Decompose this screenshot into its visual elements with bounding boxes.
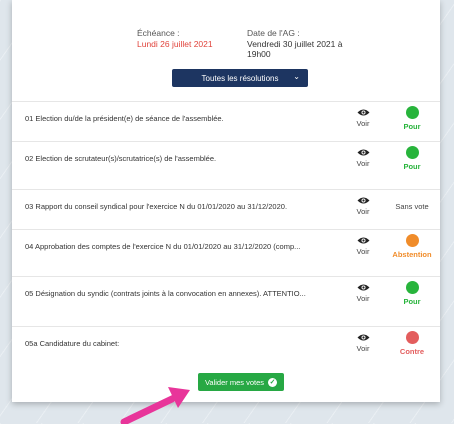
resolution-filter-label: Toutes les résolutions <box>201 73 279 83</box>
vote-status: Sans vote <box>382 202 442 211</box>
eye-icon <box>357 334 369 341</box>
view-label: Voir <box>356 159 370 168</box>
vote-status: Pour <box>382 106 442 131</box>
eye-icon <box>357 284 369 291</box>
view-label: Voir <box>356 294 370 303</box>
vote-status: Abstention <box>382 234 442 259</box>
resolution-row: 05a Candidature du cabinet: Voir Contre <box>12 326 440 367</box>
vote-status-dot-icon <box>405 331 419 344</box>
ag-date-value-line1: Vendredi 30 juillet 2021 à <box>247 38 343 49</box>
view-resolution-button[interactable]: Voir <box>348 333 378 353</box>
resolution-row: 03 Rapport du conseil syndical pour l'ex… <box>12 189 440 230</box>
resolution-row: 02 Election de scrutateur(s)/scrutatrice… <box>12 141 440 182</box>
eye-icon <box>357 197 369 204</box>
view-label: Voir <box>356 247 370 256</box>
resolution-filter-dropdown[interactable]: Toutes les résolutions ⌄ <box>172 69 308 87</box>
view-label: Voir <box>356 119 370 128</box>
vote-status-dot-icon <box>405 146 419 159</box>
eye-icon <box>357 109 369 116</box>
resolution-title: 01 Election du/de la président(e) de séa… <box>25 114 224 123</box>
resolution-row: 04 Approbation des comptes de l'exercice… <box>12 229 440 270</box>
view-resolution-button[interactable]: Voir <box>348 236 378 256</box>
resolution-title: 02 Election de scrutateur(s)/scrutatrice… <box>25 154 217 163</box>
ag-date-block: Date de l'AG : Vendredi 30 juillet 2021 … <box>247 28 342 60</box>
vote-panel: Échéance : Lundi 26 juillet 2021 Date de… <box>12 0 440 402</box>
resolution-title: 03 Rapport du conseil syndical pour l'ex… <box>25 202 288 211</box>
resolution-title: 05 Désignation du syndic (contrats joint… <box>25 289 306 298</box>
resolution-row: 01 Election du/de la président(e) de séa… <box>12 101 440 142</box>
vote-status: Pour <box>382 281 442 306</box>
vote-status: Pour <box>382 146 442 171</box>
view-resolution-button[interactable]: Voir <box>348 148 378 168</box>
pointer-arrow-icon <box>120 387 190 424</box>
vote-status-label: Pour <box>403 162 421 171</box>
vote-status-label: Pour <box>403 297 421 306</box>
vote-status-label: Sans vote <box>395 202 429 211</box>
submit-votes-button[interactable]: Valider mes votes ✓ <box>198 373 284 391</box>
check-circle-icon: ✓ <box>268 377 278 387</box>
resolution-title: 04 Approbation des comptes de l'exercice… <box>25 242 301 251</box>
resolution-title: 05a Candidature du cabinet: <box>25 339 120 348</box>
deadline-block: Échéance : Lundi 26 juillet 2021 <box>137 28 213 49</box>
vote-status-dot-icon <box>405 106 419 119</box>
vote-status-label: Contre <box>399 347 425 356</box>
deadline-label: Échéance : <box>137 28 180 38</box>
view-resolution-button[interactable]: Voir <box>348 108 378 128</box>
resolution-row: 05 Désignation du syndic (contrats joint… <box>12 276 440 317</box>
view-resolution-button[interactable]: Voir <box>348 196 378 216</box>
view-resolution-button[interactable]: Voir <box>348 283 378 303</box>
ag-date-label: Date de l'AG : <box>247 28 300 38</box>
eye-icon <box>357 149 369 156</box>
chevron-down-icon: ⌄ <box>293 72 300 81</box>
view-label: Voir <box>356 344 370 353</box>
deadline-value: Lundi 26 juillet 2021 <box>137 38 213 49</box>
ag-date-value-line2: 19h00 <box>247 49 271 59</box>
eye-icon <box>357 237 369 244</box>
vote-status: Contre <box>382 331 442 356</box>
vote-status-dot-icon <box>405 281 419 294</box>
view-label: Voir <box>356 207 370 216</box>
submit-votes-label: Valider mes votes <box>204 377 265 387</box>
vote-status-label: Pour <box>403 122 421 131</box>
vote-status-dot-icon <box>405 234 419 247</box>
vote-status-label: Abstention <box>392 250 432 259</box>
